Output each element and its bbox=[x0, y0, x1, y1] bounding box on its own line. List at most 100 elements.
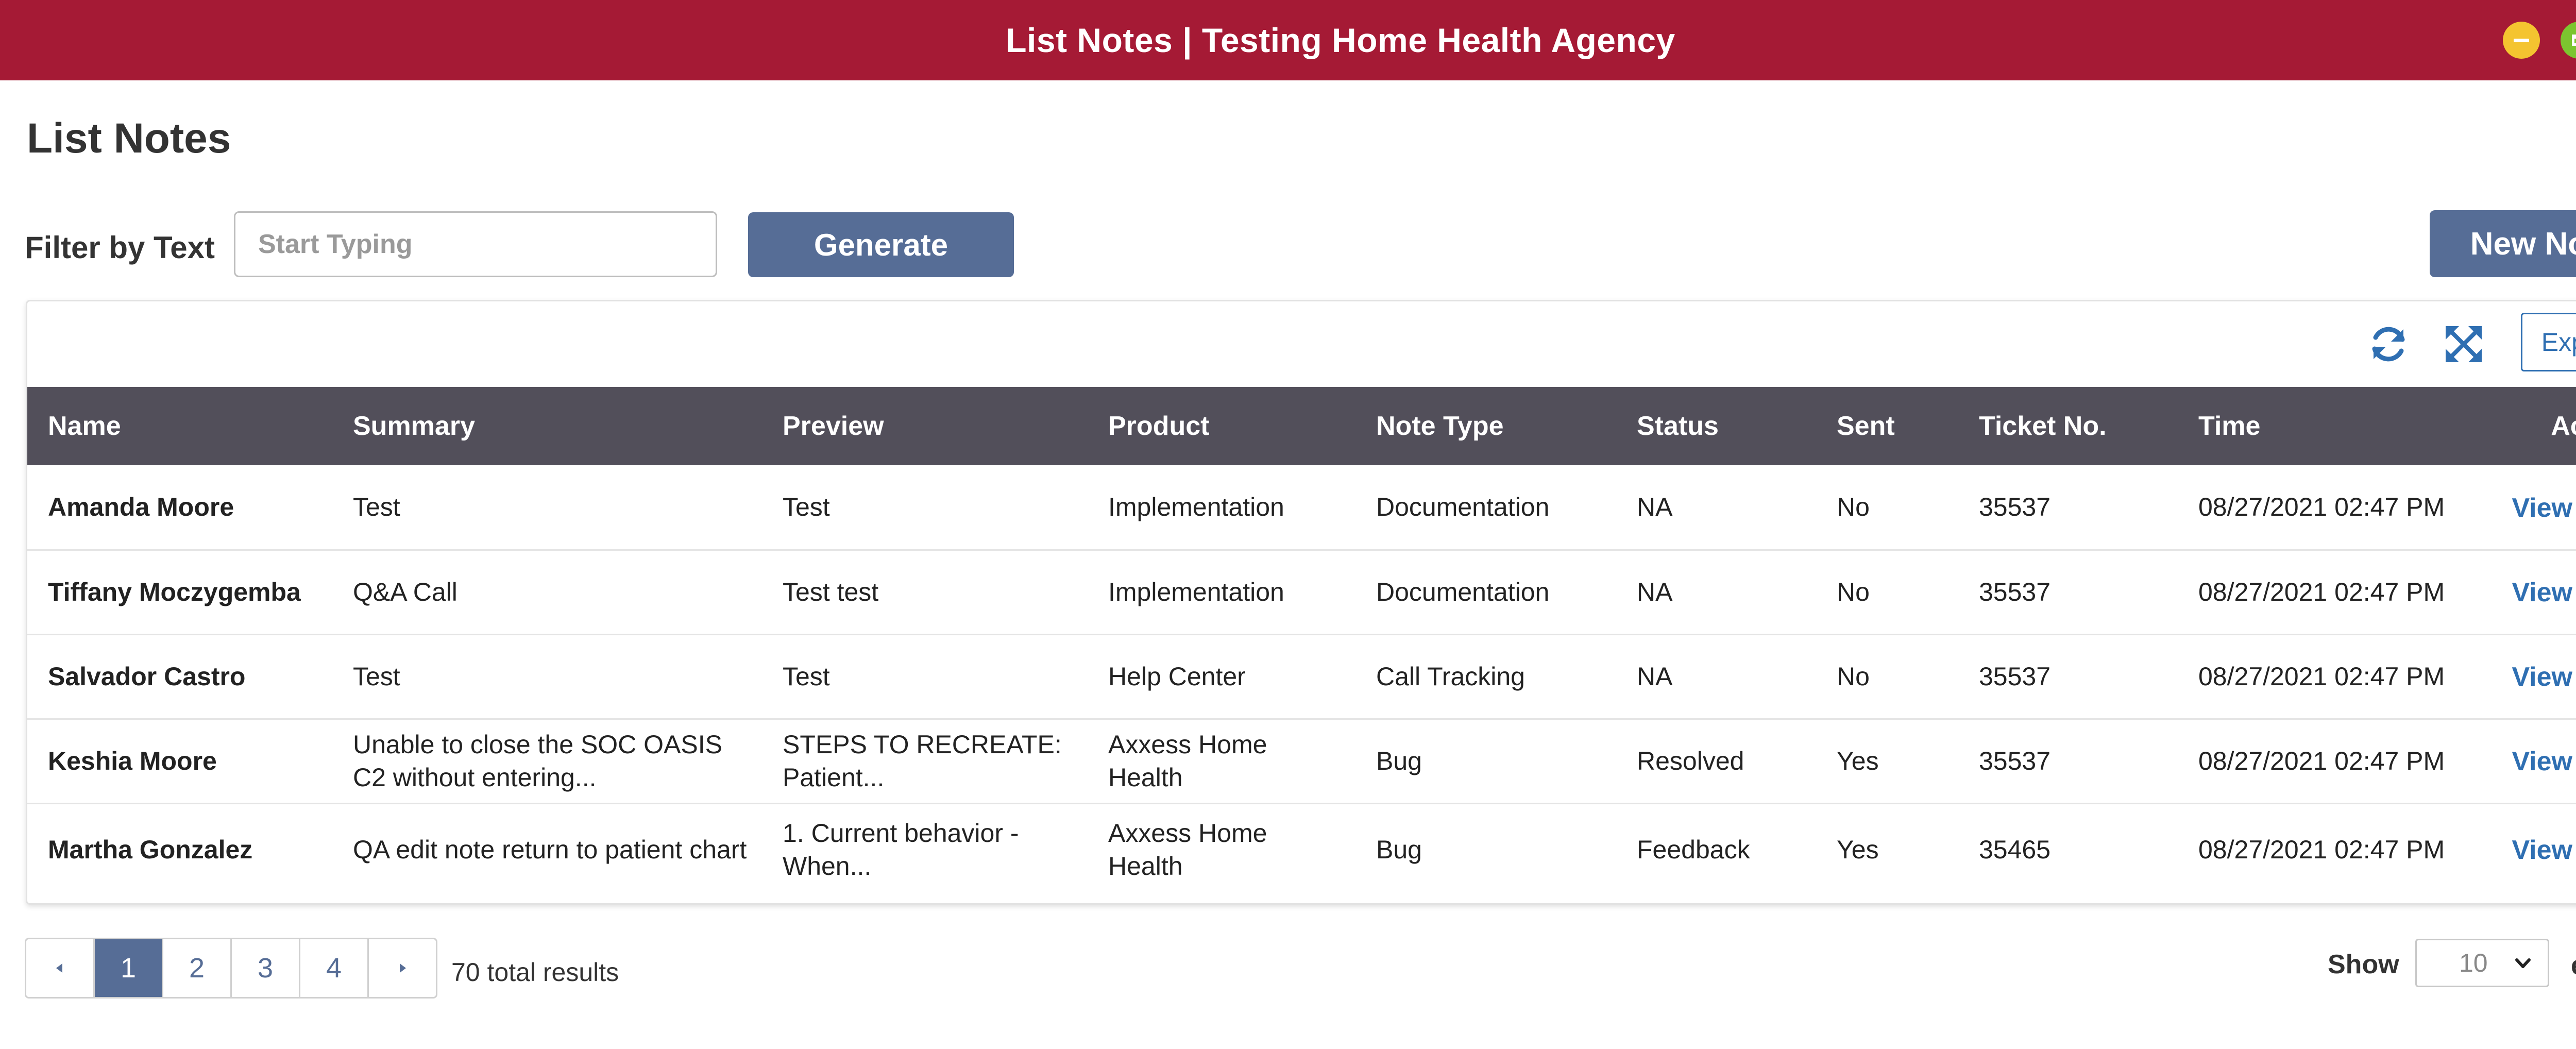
cell-ticket: 35537 bbox=[1979, 747, 2051, 775]
cell-status: Resolved bbox=[1637, 747, 1744, 775]
page-button-1[interactable]: 1 bbox=[95, 939, 163, 997]
cell-ticket: 35465 bbox=[1979, 835, 2051, 864]
window-title: List Notes | Testing Home Health Agency bbox=[1006, 21, 1675, 59]
maximize-button[interactable] bbox=[2561, 22, 2576, 59]
app-window: List Notes | Testing Home Health Agency … bbox=[0, 0, 2576, 1049]
column-header-sent[interactable]: Sent bbox=[1816, 387, 1958, 465]
cell-sent: Yes bbox=[1837, 835, 1879, 864]
cell-status: Feedback bbox=[1637, 835, 1750, 864]
page-button-4[interactable]: 4 bbox=[300, 939, 369, 997]
view-link[interactable]: View bbox=[2512, 661, 2572, 693]
entries-label: entries bbox=[2571, 950, 2576, 981]
cell-preview: STEPS TO RECREATE: Patient... bbox=[783, 730, 1062, 792]
cell-action: View bbox=[2473, 634, 2576, 719]
notes-table-card: Export Name Summary Preview Product Note… bbox=[26, 300, 2576, 905]
page-button-2[interactable]: 2 bbox=[163, 939, 232, 997]
table-row: Salvador Castro Test Test Help Center Ca… bbox=[27, 634, 2576, 719]
cell-note-type: Documentation bbox=[1376, 493, 1550, 522]
cell-name: Amanda Moore bbox=[48, 493, 234, 522]
column-header-name[interactable]: Name bbox=[27, 387, 332, 465]
table-row: Martha Gonzalez QA edit note return to p… bbox=[27, 803, 2576, 895]
expand-icon[interactable] bbox=[2442, 322, 2486, 366]
pagination: 1 2 3 4 bbox=[25, 938, 437, 999]
previous-page-button[interactable] bbox=[26, 939, 95, 997]
cell-time: 08/27/2021 02:47 PM bbox=[2198, 662, 2445, 691]
view-link[interactable]: View bbox=[2512, 834, 2572, 867]
cell-product: Help Center bbox=[1108, 662, 1246, 691]
cell-product: Axxess Home Health bbox=[1108, 730, 1267, 792]
column-header-time[interactable]: Time bbox=[2178, 387, 2473, 465]
cell-note-type: Bug bbox=[1376, 835, 1422, 864]
maximize-icon bbox=[2572, 35, 2576, 46]
entries-select[interactable]: 10 bbox=[2415, 939, 2549, 987]
cell-note-type: Documentation bbox=[1376, 578, 1550, 606]
cell-status: NA bbox=[1637, 662, 1673, 691]
export-button[interactable]: Export bbox=[2521, 313, 2576, 371]
cell-preview: Test bbox=[783, 662, 830, 691]
cell-product: Implementation bbox=[1108, 493, 1284, 522]
column-header-product[interactable]: Product bbox=[1088, 387, 1355, 465]
cell-summary: QA edit note return to patient chart bbox=[353, 835, 747, 864]
cell-name: Keshia Moore bbox=[48, 747, 217, 775]
column-header-ticket-no[interactable]: Ticket No. bbox=[1958, 387, 2178, 465]
cell-sent: Yes bbox=[1837, 747, 1879, 775]
cell-time: 08/27/2021 02:47 PM bbox=[2198, 835, 2445, 864]
cell-sent: No bbox=[1837, 578, 1870, 606]
new-note-button[interactable]: New Note bbox=[2430, 210, 2576, 277]
column-header-action: Action bbox=[2551, 411, 2576, 441]
cell-status: NA bbox=[1637, 493, 1673, 522]
column-header-summary[interactable]: Summary bbox=[332, 387, 762, 465]
generate-button[interactable]: Generate bbox=[748, 212, 1014, 277]
cell-ticket: 35537 bbox=[1979, 493, 2051, 522]
cell-sent: No bbox=[1837, 662, 1870, 691]
filter-label: Filter by Text bbox=[25, 230, 215, 265]
view-link[interactable]: View bbox=[2512, 745, 2572, 778]
cell-summary: Test bbox=[353, 662, 400, 691]
cell-note-type: Call Tracking bbox=[1376, 662, 1525, 691]
title-bar: List Notes | Testing Home Health Agency bbox=[0, 0, 2576, 80]
cell-action: View bbox=[2473, 550, 2576, 634]
cell-time: 08/27/2021 02:47 PM bbox=[2198, 493, 2445, 522]
table-row: Keshia Moore Unable to close the SOC OAS… bbox=[27, 719, 2576, 803]
cell-note-type: Bug bbox=[1376, 747, 1422, 775]
view-link[interactable]: View bbox=[2512, 576, 2572, 609]
show-label: Show bbox=[2328, 950, 2399, 979]
table-row: Tiffany Moczygemba Q&A Call Test test Im… bbox=[27, 550, 2576, 634]
page-button-3[interactable]: 3 bbox=[232, 939, 300, 997]
cell-summary: Q&A Call bbox=[353, 578, 457, 606]
cell-product: Implementation bbox=[1108, 578, 1284, 606]
cell-preview: Test test bbox=[783, 578, 879, 606]
caret-right-icon bbox=[400, 963, 406, 973]
refresh-icon[interactable] bbox=[2366, 322, 2411, 366]
column-header-preview[interactable]: Preview bbox=[762, 387, 1088, 465]
cell-product: Axxess Home Health bbox=[1108, 818, 1267, 881]
cell-summary: Unable to close the SOC OASIS C2 without… bbox=[353, 730, 723, 792]
cell-name: Martha Gonzalez bbox=[48, 835, 253, 864]
filter-input[interactable] bbox=[234, 211, 717, 277]
chevron-down-icon bbox=[2515, 958, 2531, 968]
cell-preview: Test bbox=[783, 493, 830, 522]
view-link[interactable]: View bbox=[2512, 492, 2572, 524]
cell-name: Tiffany Moczygemba bbox=[48, 578, 301, 606]
cell-sent: No bbox=[1837, 493, 1870, 522]
caret-left-icon bbox=[56, 963, 62, 973]
column-header-status[interactable]: Status bbox=[1616, 387, 1816, 465]
cell-action: View bbox=[2473, 465, 2576, 550]
cell-ticket: 35537 bbox=[1979, 578, 2051, 606]
table-header-row: Name Summary Preview Product Note Type S… bbox=[27, 387, 2576, 465]
total-results: 70 total results bbox=[451, 958, 619, 987]
cell-preview: 1. Current behavior - When... bbox=[783, 818, 1019, 881]
cell-time: 08/27/2021 02:47 PM bbox=[2198, 578, 2445, 606]
column-header-note-type[interactable]: Note Type bbox=[1355, 387, 1616, 465]
page-title: List Notes bbox=[27, 115, 231, 162]
cell-time: 08/27/2021 02:47 PM bbox=[2198, 747, 2445, 775]
table-row: Amanda Moore Test Test Implementation Do… bbox=[27, 465, 2576, 550]
next-page-button[interactable] bbox=[369, 939, 436, 997]
notes-table: Name Summary Preview Product Note Type S… bbox=[27, 387, 2576, 895]
minimize-icon bbox=[2514, 38, 2529, 42]
cell-ticket: 35537 bbox=[1979, 662, 2051, 691]
cell-status: NA bbox=[1637, 578, 1673, 606]
cell-summary: Test bbox=[353, 493, 400, 522]
minimize-button[interactable] bbox=[2503, 22, 2540, 59]
cell-action: View bbox=[2473, 803, 2576, 895]
